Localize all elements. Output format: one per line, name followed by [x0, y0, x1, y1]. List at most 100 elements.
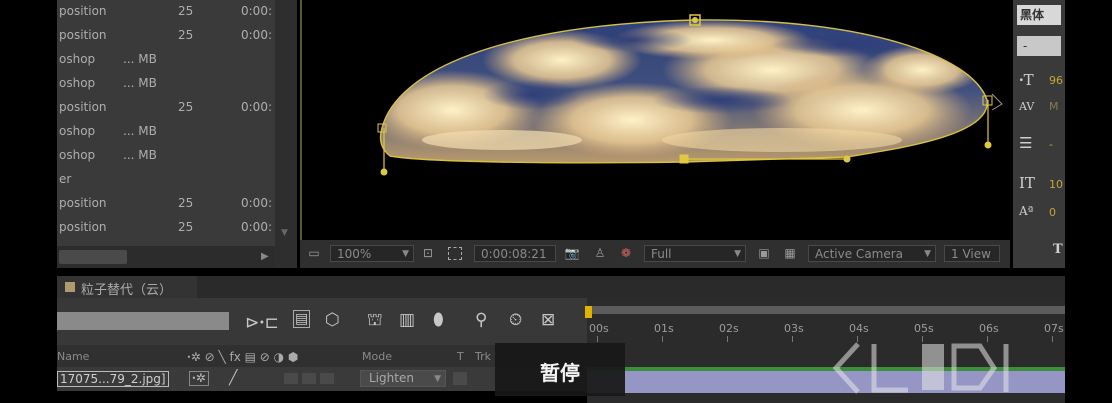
project-item-name: er: [59, 172, 72, 186]
tab-composition[interactable]: 粒子替代（云）: [57, 276, 197, 298]
show-snapshot-icon[interactable]: ♙: [592, 246, 608, 260]
resolution-dropdown[interactable]: Full ▼: [644, 245, 746, 262]
font-size-icon: ꞏT: [1019, 71, 1034, 89]
project-item-duration: 0:00:: [241, 100, 272, 114]
character-panel: 黑体 - ꞏT 96 AV M ☰ - IT 10 Aª 0 T: [1013, 0, 1065, 268]
faux-bold-icon[interactable]: T: [1053, 242, 1063, 257]
composition-viewer[interactable]: [300, 0, 1010, 240]
project-item-name: position: [59, 196, 107, 210]
ruler-tick-mark: [1052, 336, 1053, 342]
project-item-row[interactable]: oshop ... MB: [57, 120, 275, 144]
tracking-value[interactable]: M: [1049, 100, 1059, 113]
project-item-row[interactable]: position 25 0:00:: [57, 96, 275, 120]
project-item-row[interactable]: position 25 0:00:: [57, 216, 275, 240]
timeline-search-input[interactable]: [57, 312, 229, 330]
vertical-scale-icon: IT: [1019, 174, 1035, 192]
project-item-row[interactable]: er: [57, 168, 275, 192]
effect-switch[interactable]: [284, 373, 298, 384]
vertical-scale-value[interactable]: 10: [1049, 178, 1063, 191]
scroll-down-arrow-icon[interactable]: ▼: [281, 228, 288, 238]
project-item-name: position: [59, 100, 107, 114]
layer-name-field[interactable]: 17075...79_2.jpg]: [57, 371, 169, 387]
frame-blend-switch[interactable]: [302, 373, 316, 384]
current-time-display[interactable]: 0:00:08:21: [474, 245, 556, 262]
quality-switch-icon[interactable]: ╱: [229, 370, 237, 386]
project-item-row[interactable]: oshop ... MB: [57, 48, 275, 72]
font-size-value[interactable]: 96: [1049, 74, 1063, 87]
active-camera-dropdown[interactable]: Active Camera ▼: [808, 245, 936, 262]
region-of-interest-icon[interactable]: [448, 247, 462, 260]
project-panel: position 25 0:00: position 25 0:00: oshop ... M…: [57, 0, 275, 268]
project-vertical-scrollbar[interactable]: ▼: [275, 0, 297, 268]
project-item-name: position: [59, 220, 107, 234]
ruler-tick-label: 07s: [1044, 322, 1064, 335]
blend-mode-dropdown[interactable]: Lighten ▼: [360, 370, 446, 387]
layer-collapse-switch-icon[interactable]: ꞏ✲: [189, 371, 209, 386]
current-time-indicator[interactable]: [585, 306, 592, 318]
magnification-dropdown[interactable]: 100% ▼: [330, 245, 414, 262]
column-name-header[interactable]: Name: [57, 350, 89, 363]
project-item-row[interactable]: position 25 0:00:: [57, 0, 275, 24]
project-item-duration: 0:00:: [241, 28, 272, 42]
stroke-width-value[interactable]: -: [1049, 138, 1053, 151]
chevron-down-icon: ▼: [434, 374, 441, 384]
scrollbar-thumb[interactable]: [59, 250, 127, 264]
scroll-right-arrow-icon[interactable]: ▶: [261, 251, 269, 262]
grid-guides-icon[interactable]: ⊡: [420, 246, 436, 260]
hide-shy-layers-icon[interactable]: ⛫: [367, 310, 383, 332]
frame-blending-icon[interactable]: ▥: [399, 310, 415, 330]
draft-3d-icon[interactable]: ⬡: [325, 310, 340, 330]
project-item-name: oshop: [59, 52, 96, 66]
font-family-field[interactable]: 黑体: [1017, 5, 1061, 25]
ruler-tick-label: 02s: [719, 322, 739, 335]
work-area-bar[interactable]: [587, 306, 1065, 314]
project-item-row[interactable]: oshop ... MB: [57, 144, 275, 168]
snapshot-camera-icon[interactable]: 📷: [564, 246, 580, 260]
project-item-size: ... MB: [123, 148, 157, 162]
project-item-row[interactable]: oshop ... MB: [57, 72, 275, 96]
ruler-tick-label: 03s: [784, 322, 804, 335]
tracking-icon: AV: [1019, 100, 1035, 113]
motion-blur-switch[interactable]: [320, 373, 334, 384]
project-item-size: ... MB: [123, 124, 157, 138]
motion-blur-icon[interactable]: ⬮: [433, 310, 444, 330]
project-item-fps: 25: [178, 100, 194, 114]
fast-preview-icon[interactable]: ▣: [756, 246, 772, 260]
brainstorm-icon[interactable]: ⏲: [509, 310, 522, 330]
view-layout-dropdown[interactable]: 1 View: [944, 245, 1000, 262]
project-horizontal-scrollbar[interactable]: ▶: [57, 246, 275, 268]
resolution-value: Full: [651, 247, 672, 261]
chevron-down-icon: ▼: [734, 249, 741, 259]
auto-keyframe-icon[interactable]: ⊠: [541, 310, 555, 330]
color-channels-icon[interactable]: ❁: [618, 246, 634, 260]
live-update-icon[interactable]: ▤: [293, 310, 311, 328]
project-item-name: position: [59, 4, 107, 18]
playback-pause-overlay[interactable]: 暂停: [495, 343, 625, 396]
font-style-field[interactable]: -: [1017, 36, 1061, 56]
time-ruler[interactable]: 00s 01s 02s 03s 04s 05s 06s 07s: [585, 298, 1065, 345]
composition-canvas[interactable]: [302, 0, 1010, 240]
project-item-name: oshop: [59, 124, 96, 138]
graph-editor-icon[interactable]: ⚲: [475, 310, 487, 330]
project-item-fps: 25: [178, 196, 194, 210]
ruler-tick-label: 04s: [849, 322, 869, 335]
project-item-row[interactable]: position 25 0:00:: [57, 24, 275, 48]
project-item-name: position: [59, 28, 107, 42]
transparency-grid-icon[interactable]: ▦: [782, 246, 798, 260]
timeline-tab-bar: 粒子替代（云）: [57, 276, 1065, 298]
project-item-row[interactable]: position 25 0:00:: [57, 192, 275, 216]
baseline-shift-value[interactable]: 0: [1049, 206, 1056, 219]
project-item-name: oshop: [59, 148, 96, 162]
project-item-size: ... MB: [123, 52, 157, 66]
column-t-header[interactable]: T: [457, 350, 464, 363]
composition-color-swatch: [65, 282, 75, 292]
chevron-down-icon: ▼: [924, 249, 931, 259]
always-preview-icon[interactable]: ▭: [306, 246, 322, 260]
column-trkmat-header[interactable]: Trk: [475, 350, 491, 363]
baseline-shift-icon: Aª: [1019, 204, 1034, 218]
column-mode-header[interactable]: Mode: [362, 350, 392, 363]
preserve-transparency-checkbox[interactable]: [453, 372, 467, 385]
views-value: 1 View: [951, 247, 991, 261]
project-item-duration: 0:00:: [241, 196, 272, 210]
composition-mini-flowchart-icon[interactable]: ⊳ꞏ⊏: [245, 310, 279, 333]
